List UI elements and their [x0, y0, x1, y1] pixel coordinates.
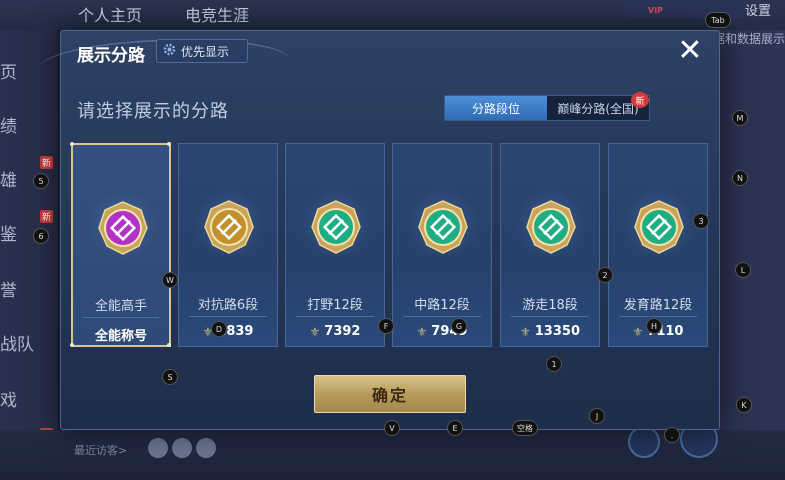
card-value: ⚜ 2839 [179, 324, 277, 339]
card-divider [189, 316, 267, 317]
left-nav-item[interactable]: 雄 [0, 166, 17, 191]
rank-emblem-icon [523, 199, 579, 255]
selection-corner [70, 343, 74, 347]
rank-emblem-icon [631, 199, 687, 255]
key-hint: E [447, 420, 463, 436]
gear-icon [163, 43, 176, 59]
upload-button[interactable] [628, 426, 660, 458]
avatar[interactable] [196, 438, 216, 458]
confirm-button[interactable]: 确定 [314, 375, 466, 413]
card-value: ⚜ 13350 [501, 324, 599, 339]
new-badge: 新 [40, 210, 54, 223]
key-hint: N [732, 170, 748, 186]
left-nav-item[interactable]: 鉴 [0, 220, 17, 245]
card-divider [296, 316, 374, 317]
left-nav-item[interactable]: 戏 [0, 386, 17, 411]
avatar[interactable] [172, 438, 192, 458]
key-hint: 3 [693, 213, 709, 229]
tab-profile[interactable]: 个人主页 [78, 2, 142, 26]
key-hint: V [384, 420, 400, 436]
tab-esports[interactable]: 电竞生涯 [185, 2, 249, 26]
rank-emblem-icon [415, 199, 471, 255]
vip-badge: VIP [648, 6, 664, 15]
selection-corner [70, 142, 74, 146]
route-card[interactable]: 发育路12段 ⚜ 7110 [608, 143, 708, 347]
card-label: 中路12段 [414, 298, 470, 313]
card-divider [511, 316, 589, 317]
rank-score-icon: ⚜ [309, 324, 321, 339]
card-label: 发育路12段 [623, 298, 693, 313]
card-divider [83, 317, 159, 318]
key-hint: W [162, 272, 178, 288]
route-card[interactable]: 对抗路6段 ⚜ 2839 [178, 143, 278, 347]
key-hint: 2 [597, 267, 613, 283]
left-nav-item[interactable]: 页 [0, 58, 17, 83]
key-hint: L [735, 262, 751, 278]
card-divider [619, 316, 697, 317]
avatar[interactable] [148, 438, 168, 458]
card-value-text: 7392 [324, 324, 361, 339]
left-nav: 页 绩 雄 新 鉴 新 誉 战队 戏 交 新 [0, 30, 58, 480]
left-nav-item[interactable]: 誉 [0, 276, 17, 301]
top-bar: 个人主页 电竞生涯 VIP 设置 [0, 0, 785, 30]
new-badge: 新 [631, 92, 649, 108]
key-hint: 5 [33, 173, 49, 189]
selection-corner [167, 343, 171, 347]
selection-corner [167, 142, 171, 146]
key-hint: G [451, 318, 467, 334]
priority-display-button[interactable]: 优先显示 [156, 39, 248, 63]
route-mode-toggle: 分路段位 巅峰分路(全国) 新 [444, 92, 650, 121]
card-value-text: 全能称号 [94, 329, 147, 344]
key-hint: . [664, 427, 680, 443]
tab-peak-route-label: 巅峰分路(全国) [557, 101, 639, 116]
left-nav-item[interactable]: 绩 [0, 112, 17, 137]
key-hint: 6 [33, 228, 49, 244]
recent-visitors-link[interactable]: 最近访客> [74, 442, 127, 458]
route-select-dialog: 展示分路 优先显示 ✕ 请选择展示的分路 分路段位 巅峰分路(全国) 新 全能高… [39, 30, 720, 430]
route-card[interactable]: 打野12段 ⚜ 7392 [285, 143, 385, 347]
key-hint: J [589, 408, 605, 424]
key-hint: 空格 [512, 420, 538, 436]
key-hint: M [732, 110, 748, 126]
route-card[interactable]: 中路12段 ⚜ 7949 [392, 143, 492, 347]
card-label: 全能高手 [94, 299, 147, 314]
close-button[interactable]: ✕ [675, 36, 705, 67]
card-divider [403, 316, 481, 317]
left-nav-item[interactable]: 战队 [0, 330, 34, 355]
card-value: 全能称号 [73, 325, 169, 344]
card-label: 对抗路6段 [197, 298, 259, 313]
right-panel [715, 30, 785, 480]
key-hint: D [211, 321, 227, 337]
rank-emblem-icon [201, 199, 257, 255]
card-value-text: 13350 [534, 324, 580, 339]
rank-score-icon: ⚜ [416, 324, 428, 339]
card-label: 打野12段 [307, 298, 363, 313]
rank-score-icon: ⚜ [520, 324, 531, 339]
route-card[interactable]: 全能高手 全能称号 [70, 142, 171, 347]
key-hint: S [162, 369, 178, 385]
side-text: 据和数据展示 [712, 32, 785, 46]
tab-route-rank[interactable]: 分路段位 [445, 96, 547, 120]
key-hint: Tab [705, 12, 731, 28]
priority-label: 优先显示 [181, 44, 230, 59]
new-badge: 新 [40, 156, 54, 169]
route-card[interactable]: 游走18段 ⚜ 13350 [500, 143, 600, 347]
tab-peak-route[interactable]: 巅峰分路(全国) 新 [547, 92, 649, 120]
key-hint: F [378, 318, 394, 334]
dialog-subtitle: 请选择展示的分路 [77, 101, 229, 122]
key-hint: 1 [546, 356, 562, 372]
card-label: 游走18段 [522, 298, 578, 313]
card-value: ⚜ 7949 [393, 324, 491, 339]
dialog-title: 展示分路 [77, 46, 145, 66]
rank-emblem-icon [308, 199, 364, 255]
key-hint: K [736, 397, 752, 413]
settings-button[interactable]: 设置 [745, 0, 785, 20]
key-hint: H [646, 318, 662, 334]
rank-emblem-icon [95, 200, 151, 256]
card-value: ⚜ 7392 [286, 324, 384, 339]
rank-score-icon: ⚜ [632, 324, 644, 339]
